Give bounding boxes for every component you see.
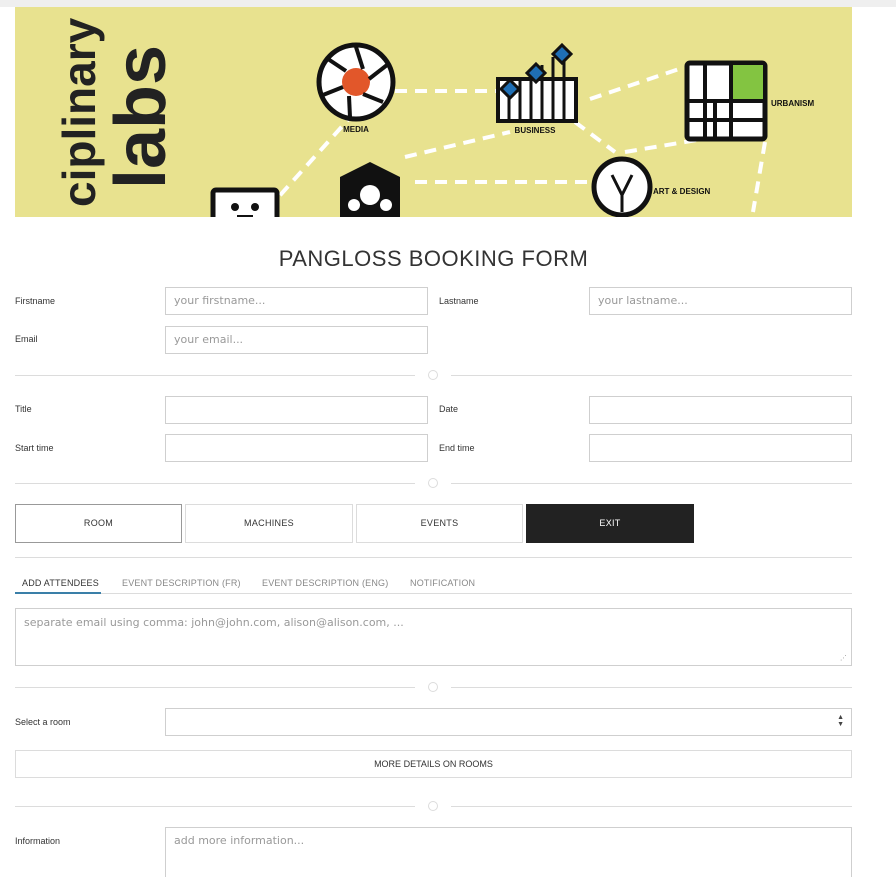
tab-event-description-fr[interactable]: EVENT DESCRIPTION (FR) [122,578,241,588]
exit-button[interactable]: EXIT [526,504,694,543]
separator-line [15,557,852,558]
information-label: Information [15,836,61,846]
tab-add-attendees[interactable]: ADD ATTENDEES [22,578,99,588]
lightbulb-icon: ART & DESIGN [591,156,711,217]
page-title: PANGLOSS BOOKING FORM [278,246,589,271]
media-icon: MEDIA [316,42,396,134]
business-bars-icon: BUSINESS [496,42,578,135]
hexagon-icon [340,162,400,217]
banner-word-labs: labs [101,45,181,189]
email-input[interactable]: your email... [165,326,428,354]
tab-notification[interactable]: NOTIFICATION [410,578,475,588]
resize-handle-icon[interactable]: ⋰ [840,654,848,662]
select-room-label: Select a room [15,717,71,727]
banner-word-ciplinary: ciplinary [53,17,105,207]
banner-illustration: ciplinary labs MEDIA BUSINESS URBANISM A… [53,17,814,217]
information-textarea[interactable]: add more information... [165,827,852,877]
tab-bar: ADD ATTENDEES EVENT DESCRIPTION (FR) EVE… [15,570,852,594]
machines-button[interactable]: MACHINES [185,504,353,543]
attendees-placeholder: separate email using comma: john@john.co… [24,616,404,629]
date-label: Date [439,404,459,414]
room-button[interactable]: ROOM [15,504,182,543]
title-label: Title [15,404,32,414]
lastname-input[interactable]: your lastname... [589,287,852,315]
business-label: BUSINESS [515,126,557,135]
section-divider [15,681,852,693]
firstname-label: Firstname [15,296,56,306]
start-time-input[interactable] [165,434,428,462]
robot-icon [210,187,280,217]
firstname-input[interactable]: your firstname... [165,287,428,315]
urbanism-label: URBANISM [771,99,814,108]
start-time-label: Start time [15,443,54,453]
tab-event-description-eng[interactable]: EVENT DESCRIPTION (ENG) [262,578,388,588]
lastname-label: Lastname [439,296,479,306]
urbanism-grid-icon: URBANISM [684,60,814,142]
art-design-label: ART & DESIGN [653,187,711,196]
section-divider [15,477,852,489]
end-time-input[interactable] [589,434,852,462]
media-label: MEDIA [343,125,369,134]
room-select[interactable]: ▲ ▼ [165,708,852,736]
date-input[interactable] [589,396,852,424]
active-tab-indicator [15,592,101,594]
section-divider [15,369,852,381]
select-arrows-icon: ▲ ▼ [837,714,844,728]
more-details-button[interactable]: MORE DETAILS ON ROOMS [15,750,852,778]
section-divider [15,800,852,812]
end-time-label: End time [439,443,475,453]
top-strip [0,0,896,7]
email-label: Email [15,334,38,344]
attendees-textarea[interactable]: separate email using comma: john@john.co… [15,608,852,666]
header-banner: ciplinary labs MEDIA BUSINESS URBANISM A… [15,7,852,217]
events-button[interactable]: EVENTS [356,504,523,543]
title-input[interactable] [165,396,428,424]
